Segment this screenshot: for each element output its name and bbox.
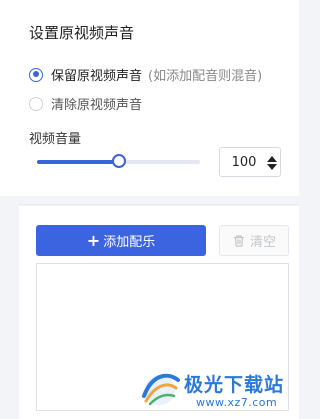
watermark-title: 极光下载站: [184, 374, 285, 396]
chevron-down-icon[interactable]: [267, 164, 277, 170]
radio-clear-original[interactable]: 清除原视频声音: [29, 94, 142, 113]
clear-music-label: 清空: [249, 235, 276, 250]
chevron-up-icon[interactable]: [267, 156, 277, 162]
watermark-url: www.xz7.com: [196, 396, 278, 409]
watermark: 极光下载站 www.xz7.com: [138, 366, 299, 419]
add-music-button[interactable]: + 添加配乐: [36, 225, 206, 256]
slider-fill: [37, 160, 119, 164]
volume-label: 视频音量: [29, 132, 82, 147]
radio-button-checked[interactable]: [29, 67, 43, 82]
slider-thumb[interactable]: [111, 154, 126, 168]
aurora-logo-icon: [142, 373, 180, 406]
volume-stepper[interactable]: 100: [219, 147, 281, 177]
volume-slider[interactable]: [37, 154, 200, 168]
section-title: 设置原视频声音: [29, 24, 135, 42]
radio-label: 清除原视频声音: [51, 98, 143, 113]
section-divider: [19, 204, 299, 205]
radio-button[interactable]: [29, 96, 43, 111]
plus-icon: +: [86, 230, 101, 250]
clear-music-button[interactable]: 清空: [219, 225, 289, 256]
add-music-label: 添加配乐: [103, 235, 156, 250]
trash-icon: [233, 234, 244, 247]
radio-hint: (如添加配音则混音): [148, 69, 263, 84]
radio-label: 保留原视频声音: [51, 69, 143, 84]
stepper-arrows[interactable]: [264, 148, 280, 176]
radio-keep-original[interactable]: 保留原视频声音 (如添加配音则混音): [29, 65, 262, 84]
volume-value[interactable]: 100: [220, 155, 264, 170]
